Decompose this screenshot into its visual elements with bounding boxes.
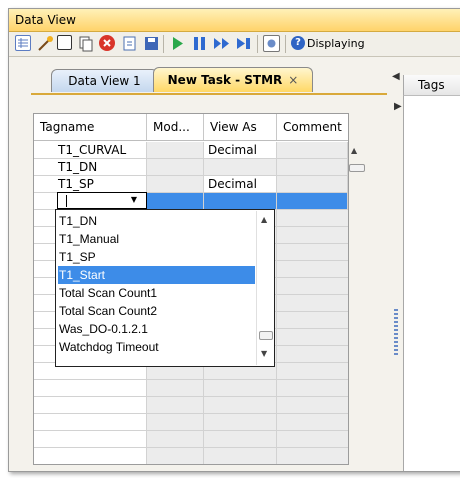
modified-cell[interactable]	[147, 176, 204, 193]
toolbar-separator	[163, 35, 164, 53]
wand-icon[interactable]	[37, 35, 54, 52]
comment-cell[interactable]	[277, 142, 348, 159]
view-as-cell[interactable]: Decimal	[204, 142, 277, 159]
column-header-tagname[interactable]: Tagname	[34, 114, 147, 140]
scroll-thumb[interactable]	[349, 164, 365, 172]
scroll-up-icon[interactable]: ▲	[351, 146, 357, 155]
dropdown-item[interactable]: Was_DO-0.1.2.1	[58, 320, 255, 338]
tagname-cell[interactable]: T1_DN	[34, 159, 147, 176]
column-header-view-as[interactable]: View As	[204, 114, 277, 140]
dropdown-item[interactable]: T1_DN	[58, 212, 255, 230]
modified-cell[interactable]	[147, 142, 204, 159]
tab-underline	[31, 93, 387, 95]
view-as-cell[interactable]: Decimal	[204, 176, 277, 193]
tab-data-view-1[interactable]: Data View 1	[51, 69, 158, 92]
grid-header: Tagname Mod... View As Comment	[34, 114, 348, 141]
dropdown-item[interactable]: Watchdog Timeout	[58, 338, 255, 356]
chevron-down-icon[interactable]: ▼	[131, 195, 137, 204]
grid-scrollbar[interactable]: ▲	[348, 142, 365, 252]
chevron-left-icon[interactable]: ◀	[392, 71, 400, 82]
dropdown-item[interactable]: T1_SP	[58, 248, 255, 266]
grid-icon[interactable]	[15, 35, 31, 51]
save-icon[interactable]	[143, 35, 160, 52]
scroll-down-icon[interactable]: ▼	[261, 349, 267, 358]
square-icon[interactable]	[57, 35, 72, 50]
text-cursor	[66, 195, 67, 207]
document-tabs: Data View 1 New Task - STMR ×	[31, 67, 381, 93]
tab-label: New Task - STMR	[167, 73, 283, 87]
table-row[interactable]: T1_CURVAL Decimal	[34, 142, 348, 159]
fast-forward-icon[interactable]	[213, 35, 230, 52]
view-as-cell[interactable]	[204, 159, 277, 176]
tab-label: Data View 1	[68, 74, 141, 88]
modified-cell[interactable]	[147, 193, 204, 210]
play-icon[interactable]	[169, 35, 186, 52]
status-text: Displaying	[307, 37, 365, 50]
toolbar-separator	[285, 35, 286, 53]
toolbar: ? Displaying	[9, 32, 460, 57]
comment-cell[interactable]	[277, 193, 348, 210]
scroll-up-icon[interactable]: ▲	[261, 215, 267, 224]
doc-icon[interactable]	[121, 35, 138, 52]
delete-icon[interactable]	[99, 35, 115, 51]
comment-cell[interactable]	[277, 159, 348, 176]
dropdown-item-selected[interactable]: T1_Start	[58, 266, 255, 284]
splitter-grip[interactable]	[394, 309, 398, 357]
copy-icon[interactable]	[77, 35, 94, 52]
modified-cell[interactable]	[147, 159, 204, 176]
tags-panel	[403, 75, 460, 471]
pause-icon[interactable]	[191, 35, 208, 52]
dropdown-scrollbar[interactable]: ▲ ▼	[256, 211, 274, 365]
chevron-right-icon[interactable]: ▶	[394, 101, 402, 112]
close-icon[interactable]: ×	[288, 73, 298, 87]
data-view-window: Data View ? Displaying Data View 1 New T…	[8, 8, 460, 472]
column-header-comment[interactable]: Comment	[277, 114, 348, 140]
help-icon[interactable]: ?	[291, 36, 305, 50]
snapshot-icon[interactable]	[263, 35, 280, 52]
window-title: Data View	[15, 13, 76, 27]
view-as-cell[interactable]	[204, 193, 277, 210]
tagname-cell[interactable]: T1_CURVAL	[34, 142, 147, 159]
step-icon[interactable]	[235, 35, 252, 52]
tagname-cell[interactable]: T1_SP	[34, 176, 147, 193]
title-bar: Data View	[9, 9, 460, 32]
tab-new-task-stmr[interactable]: New Task - STMR ×	[153, 67, 313, 92]
table-row[interactable]: T1_DN	[34, 159, 348, 176]
dropdown-item[interactable]: Total Scan Count2	[58, 302, 255, 320]
tagname-dropdown-list: T1_DN T1_Manual T1_SP T1_Start Total Sca…	[55, 209, 275, 367]
comment-cell[interactable]	[277, 176, 348, 193]
column-header-modified[interactable]: Mod...	[147, 114, 204, 140]
dropdown-item[interactable]: Total Scan Count1	[58, 284, 255, 302]
tagname-combo[interactable]: ▼	[57, 192, 147, 209]
dropdown-item[interactable]: T1_Manual	[58, 230, 255, 248]
scroll-thumb[interactable]	[259, 331, 273, 340]
table-row[interactable]: T1_SP Decimal	[34, 176, 348, 193]
toolbar-separator	[257, 35, 258, 53]
tags-panel-title: Tags	[418, 78, 445, 92]
tags-panel-header: Tags	[403, 75, 460, 96]
